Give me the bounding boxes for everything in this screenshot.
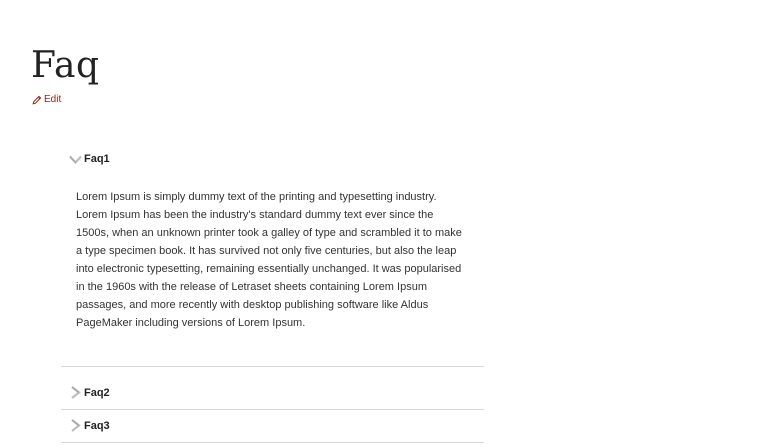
faq-item-body: Lorem Ipsum is simply dummy text of the … [61,174,484,366]
faq-item: Faq2 [61,377,484,410]
faq-item: Faq3 [61,410,484,443]
faq-accordion: Faq1 Lorem Ipsum is simply dummy text of… [61,144,484,443]
faq-item-title: Faq3 [84,420,110,432]
faq-item-title: Faq2 [84,387,110,399]
faq-item-header[interactable]: Faq3 [61,410,484,442]
chevron-right-icon [69,419,82,432]
faq-item: Faq1 Lorem Ipsum is simply dummy text of… [61,144,484,367]
faq-answer-text: Lorem Ipsum is simply dummy text of the … [76,191,462,329]
page: Faq Edit Faq1 Lorem Ipsum is simply dumm… [0,0,772,448]
edit-link[interactable]: Edit [32,94,61,106]
pencil-icon [32,95,42,105]
edit-label: Edit [44,94,62,105]
faq-item-title: Faq1 [84,153,110,165]
page-title: Faq [31,45,100,86]
faq-item-header[interactable]: Faq2 [61,377,484,409]
chevron-down-icon [69,153,82,166]
chevron-right-icon [69,386,82,399]
faq-item-header[interactable]: Faq1 [61,144,484,174]
